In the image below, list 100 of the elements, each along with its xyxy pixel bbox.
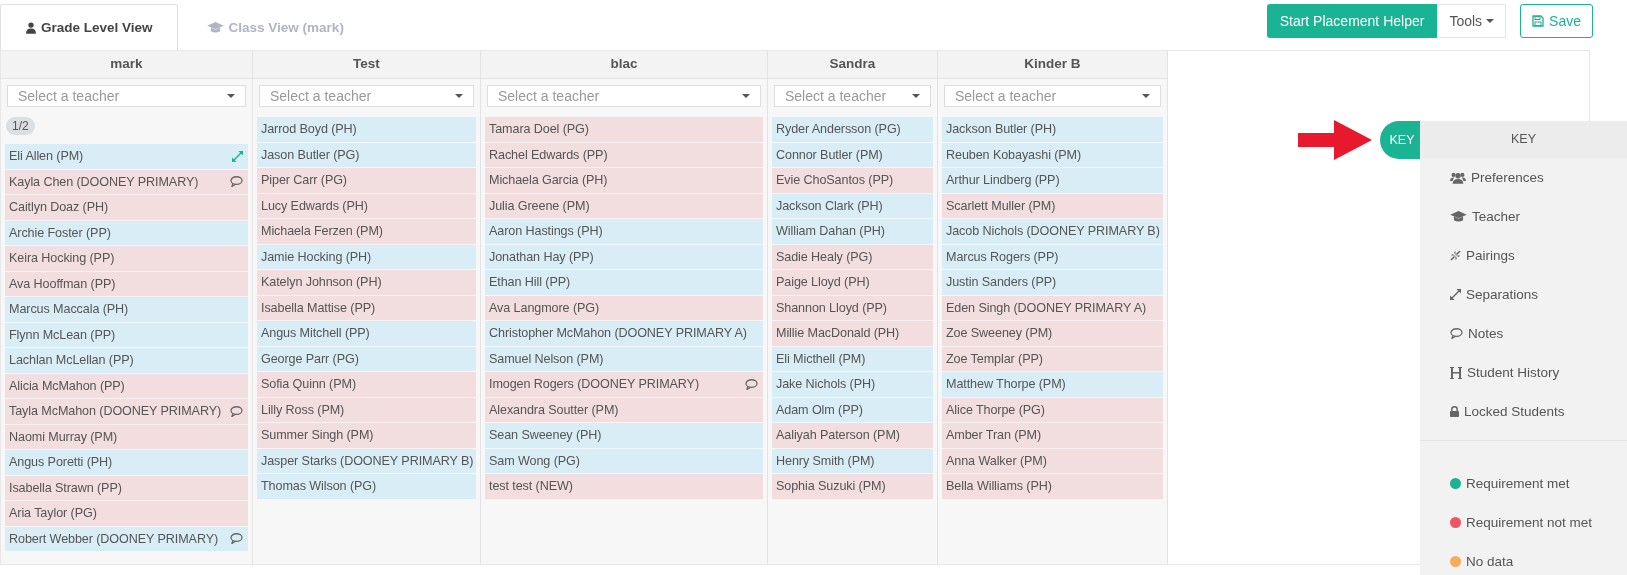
student-card[interactable]: Henry Smith (PM) (772, 448, 933, 474)
student-card[interactable]: Ryder Andersson (PG) (772, 117, 933, 143)
view-tab[interactable]: Grade Level View (0, 4, 178, 50)
student-card[interactable]: Flynn McLean (PP) (5, 322, 248, 348)
student-card[interactable]: Marcus Maccala (PH) (5, 297, 248, 323)
student-card[interactable]: Jonathan Hay (PP) (485, 244, 763, 270)
student-name: Caitlyn Doaz (PH) (9, 200, 109, 215)
chat-bubble-icon (745, 378, 758, 390)
student-card[interactable]: Sophia Suzuki (PM) (772, 474, 933, 500)
student-card[interactable]: Aria Taylor (PG) (5, 501, 248, 527)
student-card[interactable]: Naomi Murray (PM) (5, 424, 248, 450)
student-card[interactable]: Imogen Rogers (DOONEY PRIMARY) (485, 372, 763, 398)
student-name: Anna Walker (PM) (946, 453, 1047, 468)
student-card[interactable]: Rachel Edwards (PP) (485, 142, 763, 168)
student-card[interactable]: Zoe Templar (PP) (942, 346, 1163, 372)
student-name: Katelyn Johnson (PH) (261, 275, 382, 290)
student-card[interactable]: Lilly Ross (PM) (257, 397, 476, 423)
student-card[interactable]: George Parr (PG) (257, 346, 476, 372)
student-card[interactable]: Ethan Hill (PP) (485, 270, 763, 296)
serif-h-icon (1450, 366, 1462, 379)
student-card[interactable]: Lachlan McLellan (PP) (5, 348, 248, 374)
student-card[interactable]: Anna Walker (PM) (942, 448, 1163, 474)
user-icon (26, 21, 36, 34)
student-card[interactable]: Evie ChoSantos (PP) (772, 168, 933, 194)
student-card[interactable]: Sadie Healy (PG) (772, 244, 933, 270)
student-card[interactable]: Jamie Hocking (PH) (257, 244, 476, 270)
student-card[interactable]: Jacob Nichols (DOONEY PRIMARY B) (942, 219, 1163, 245)
student-card[interactable]: Amber Tran (PM) (942, 423, 1163, 449)
tools-dropdown-button[interactable]: Tools (1437, 4, 1507, 38)
key-label: Teacher (1472, 209, 1521, 224)
student-card[interactable]: Keira Hocking (PP) (5, 246, 248, 272)
student-card[interactable]: Matthew Thorpe (PM) (942, 372, 1163, 398)
student-name: Keira Hocking (PP) (9, 251, 115, 266)
student-card[interactable]: Sean Sweeney (PH) (485, 423, 763, 449)
student-name: Robert Webber (DOONEY PRIMARY) (9, 531, 219, 546)
student-card[interactable]: Katelyn Johnson (PH) (257, 270, 476, 296)
student-card[interactable]: Sofia Quinn (PM) (257, 372, 476, 398)
student-card[interactable]: Eli Allen (PM) (5, 144, 248, 170)
student-card[interactable]: Alexandra Soutter (PM) (485, 397, 763, 423)
student-card[interactable]: Jake Nichols (PH) (772, 372, 933, 398)
student-name: Marcus Rogers (PP) (946, 249, 1059, 264)
student-name: Thomas Wilson (PG) (261, 479, 377, 494)
student-card[interactable]: Bella Williams (PH) (942, 474, 1163, 500)
student-card[interactable]: Zoe Sweeney (PM) (942, 321, 1163, 347)
student-card[interactable]: Justin Sanders (PP) (942, 270, 1163, 296)
student-card[interactable]: Jasper Starks (DOONEY PRIMARY B) (257, 448, 476, 474)
student-card[interactable]: Michaela Garcia (PH) (485, 168, 763, 194)
chat-bubble-icon (230, 405, 243, 417)
student-card[interactable]: Eli Micthell (PM) (772, 346, 933, 372)
key-label: Locked Students (1464, 404, 1565, 419)
student-card[interactable]: Jarrod Boyd (PH) (257, 117, 476, 143)
legend-label: No data (1466, 554, 1514, 569)
student-card[interactable]: Aaron Hastings (PH) (485, 219, 763, 245)
student-card[interactable]: Thomas Wilson (PG) (257, 474, 476, 500)
student-name: Jason Butler (PG) (261, 147, 360, 162)
student-card[interactable]: Eden Singh (DOONEY PRIMARY A) (942, 295, 1163, 321)
student-card[interactable]: Scarlett Muller (PM) (942, 193, 1163, 219)
student-card[interactable]: Summer Singh (PM) (257, 423, 476, 449)
legend-label: Requirement met (1466, 476, 1570, 491)
student-card[interactable]: Michaela Ferzen (PM) (257, 219, 476, 245)
student-card[interactable]: Christopher McMahon (DOONEY PRIMARY A) (485, 321, 763, 347)
student-card[interactable]: Angus Mitchell (PP) (257, 321, 476, 347)
student-card[interactable]: Jackson Clark (PH) (772, 193, 933, 219)
student-name: Sadie Healy (PG) (776, 249, 873, 264)
student-card[interactable]: Ava Langmore (PG) (485, 295, 763, 321)
student-card[interactable]: Angus Poretti (PH) (5, 450, 248, 476)
student-card[interactable]: Tayla McMahon (DOONEY PRIMARY) (5, 399, 248, 425)
student-name: Isabella Strawn (PP) (9, 480, 122, 495)
student-card[interactable]: Reuben Kobayashi (PM) (942, 142, 1163, 168)
student-card[interactable]: Kayla Chen (DOONEY PRIMARY) (5, 169, 248, 195)
student-card[interactable]: Alicia McMahon (PP) (5, 373, 248, 399)
student-card[interactable]: Isabella Strawn (PP) (5, 475, 248, 501)
student-card[interactable]: Millie MacDonald (PH) (772, 321, 933, 347)
student-name: Julia Greene (PM) (489, 198, 590, 213)
student-card[interactable]: Piper Carr (PG) (257, 168, 476, 194)
student-card[interactable]: Arthur Lindberg (PP) (942, 168, 1163, 194)
student-card[interactable]: Isabella Mattise (PP) (257, 295, 476, 321)
student-card[interactable]: Caitlyn Doaz (PH) (5, 195, 248, 221)
student-name: Alicia McMahon (PP) (9, 378, 125, 393)
student-card[interactable]: Robert Webber (DOONEY PRIMARY) (5, 526, 248, 552)
student-card[interactable]: Sam Wong (PG) (485, 448, 763, 474)
student-card[interactable]: Aaliyah Paterson (PM) (772, 423, 933, 449)
student-card[interactable]: Shannon Lloyd (PP) (772, 295, 933, 321)
student-name: Ava Hooffman (PP) (9, 276, 116, 291)
student-card[interactable]: Archie Foster (PP) (5, 220, 248, 246)
student-card[interactable]: Connor Butler (PM) (772, 142, 933, 168)
student-card[interactable]: Adam Olm (PP) (772, 397, 933, 423)
student-name: Sam Wong (PG) (489, 453, 580, 468)
student-card[interactable]: Paige Lloyd (PH) (772, 270, 933, 296)
student-card[interactable]: Julia Greene (PM) (485, 193, 763, 219)
student-card[interactable]: Samuel Nelson (PM) (485, 346, 763, 372)
student-card[interactable]: test test (NEW) (485, 474, 763, 500)
student-card[interactable]: Alice Thorpe (PG) (942, 397, 1163, 423)
student-card[interactable]: Jackson Butler (PH) (942, 117, 1163, 143)
student-card[interactable]: Jason Butler (PG) (257, 142, 476, 168)
student-card[interactable]: Marcus Rogers (PP) (942, 244, 1163, 270)
student-card[interactable]: William Dahan (PH) (772, 219, 933, 245)
student-card[interactable]: Lucy Edwards (PH) (257, 193, 476, 219)
student-card[interactable]: Ava Hooffman (PP) (5, 271, 248, 297)
student-card[interactable]: Tamara Doel (PG) (485, 117, 763, 143)
